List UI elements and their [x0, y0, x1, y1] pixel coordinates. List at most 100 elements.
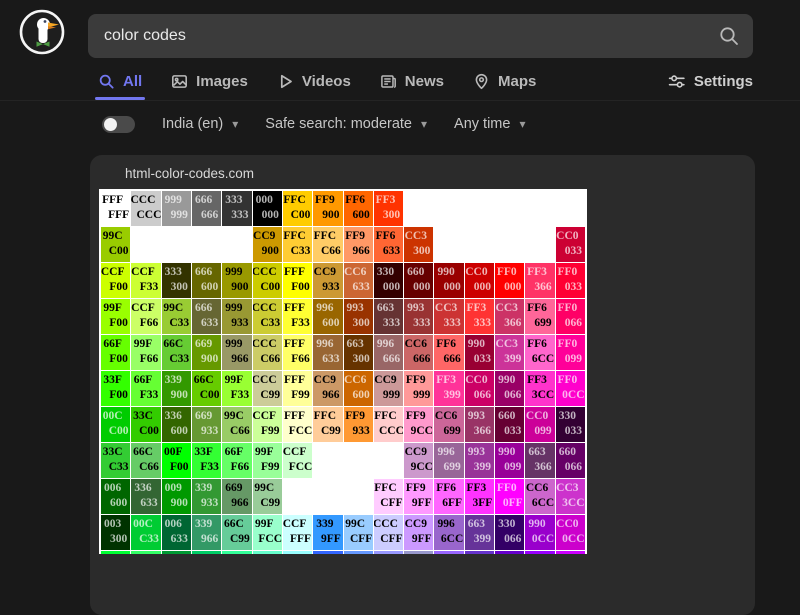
color-cell: FFFF00 — [283, 263, 312, 298]
settings-button[interactable]: Settings — [668, 62, 753, 100]
color-cell: 663300 — [344, 335, 373, 370]
magnifier-icon — [98, 73, 115, 90]
color-cell: FF3399 — [434, 371, 463, 406]
color-cell: FFFF66 — [283, 335, 312, 370]
color-cell: CC0033 — [556, 227, 585, 262]
color-cell: 996666 — [374, 335, 403, 370]
color-cell: FF3300 — [374, 191, 403, 226]
color-cell: FF0066 — [556, 299, 585, 334]
color-cell: CC6666 — [404, 335, 433, 370]
empty-cell — [434, 191, 463, 226]
color-cell: FFCC66 — [313, 227, 342, 262]
empty-cell — [344, 479, 373, 514]
result-image[interactable]: FFFFFFCCCCCC999999666666333333000000FFCC… — [99, 189, 587, 554]
color-cell: CC33CC — [556, 479, 585, 514]
tab-maps[interactable]: Maps — [473, 62, 536, 100]
color-cell: 669933 — [192, 407, 221, 442]
sliders-icon — [668, 73, 686, 90]
color-cell: CCCCFF — [374, 515, 403, 550]
color-cell: CC6633 — [344, 263, 373, 298]
color-cell: 990000 — [434, 263, 463, 298]
color-cell: FF00FF — [495, 479, 524, 514]
empty-cell — [404, 191, 433, 226]
color-cell: FF3366 — [525, 263, 554, 298]
color-cell: 663333 — [374, 299, 403, 334]
search-input[interactable] — [88, 14, 753, 58]
color-cell: 330033 — [556, 407, 585, 442]
color-cell: 660066 — [556, 443, 585, 478]
region-dropdown[interactable]: India (en) ▾ — [162, 116, 238, 132]
color-cell: FF66FF — [434, 479, 463, 514]
color-cell: FFFF33 — [283, 299, 312, 334]
color-cell: 006633 — [162, 515, 191, 550]
color-cell: 336633 — [131, 479, 160, 514]
color-cell: 339966 — [192, 515, 221, 550]
tab-images[interactable]: Images — [171, 62, 248, 100]
color-cell: FFCC99 — [313, 407, 342, 442]
color-cell: 9900CC — [525, 515, 554, 550]
color-cell: 669966 — [222, 479, 251, 514]
color-cell: FFCC00 — [283, 191, 312, 226]
search-icon[interactable] — [717, 24, 741, 48]
color-cell: 339900 — [162, 371, 191, 406]
time-label: Any time — [454, 116, 510, 132]
color-cell: 330000 — [374, 263, 403, 298]
color-cell: 99CC66 — [222, 407, 251, 442]
empty-cell — [313, 479, 342, 514]
color-cell: CCFF00 — [101, 263, 130, 298]
color-cell: 99CC99 — [253, 479, 282, 514]
color-cell: CCFFCC — [283, 443, 312, 478]
color-cell: FFFFFF — [101, 191, 130, 226]
color-cell: 33CC00 — [131, 407, 160, 442]
header-divider — [0, 100, 800, 101]
empty-cell — [131, 227, 160, 262]
color-cell: CC3366 — [495, 299, 524, 334]
color-cell: FFFF99 — [283, 371, 312, 406]
color-cell: 99CCFF — [344, 515, 373, 550]
color-cell: FFCC33 — [283, 227, 312, 262]
color-cell: 66CC33 — [162, 335, 191, 370]
color-cell: 330066 — [495, 515, 524, 550]
empty-cell — [525, 191, 554, 226]
color-cell: 999966 — [222, 335, 251, 370]
color-cell: FF33CC — [525, 371, 554, 406]
region-toggle[interactable] — [102, 116, 135, 133]
color-cell: FF0033 — [556, 263, 585, 298]
tab-news[interactable]: News — [380, 62, 444, 100]
color-cell: CC9999 — [374, 371, 403, 406]
color-cell: FF33FF — [465, 479, 494, 514]
color-cell: CC3300 — [404, 227, 433, 262]
color-cell: 66CC66 — [131, 443, 160, 478]
color-cell: 99FF66 — [131, 335, 160, 370]
color-cell: FF99FF — [404, 479, 433, 514]
color-cell: 66FF66 — [222, 443, 251, 478]
search-bar — [88, 14, 753, 58]
color-cell: CCCC66 — [253, 335, 282, 370]
color-cell: 339933 — [192, 479, 221, 514]
result-domain[interactable]: html-color-codes.com — [90, 155, 755, 181]
color-cell: FFCCFF — [374, 479, 403, 514]
safe-search-dropdown[interactable]: Safe search: moderate ▾ — [265, 116, 427, 132]
color-cell: FF3333 — [465, 299, 494, 334]
picture-icon — [171, 73, 188, 90]
tab-label: News — [405, 73, 444, 90]
color-cell: 333300 — [162, 263, 191, 298]
color-cell: FF6666 — [434, 335, 463, 370]
color-cell: 333333 — [222, 191, 251, 226]
duckduckgo-logo[interactable] — [19, 9, 65, 55]
tab-videos[interactable]: Videos — [277, 62, 351, 100]
color-cell: 66CC00 — [192, 371, 221, 406]
color-cell: CC0000 — [465, 263, 494, 298]
map-pin-icon — [473, 73, 490, 90]
color-cell: CC9900 — [253, 227, 282, 262]
time-dropdown[interactable]: Any time ▾ — [454, 116, 525, 132]
color-cell: FF99CC — [404, 407, 433, 442]
color-cell: CC3333 — [434, 299, 463, 334]
color-cell: FF0000 — [495, 263, 524, 298]
tab-all[interactable]: All — [98, 62, 142, 100]
color-cell: 999900 — [222, 263, 251, 298]
search-tabs: All Images Videos — [98, 62, 753, 100]
color-cell: 999933 — [222, 299, 251, 334]
color-cell: 66FF33 — [131, 371, 160, 406]
color-cell: 99CC00 — [101, 227, 130, 262]
